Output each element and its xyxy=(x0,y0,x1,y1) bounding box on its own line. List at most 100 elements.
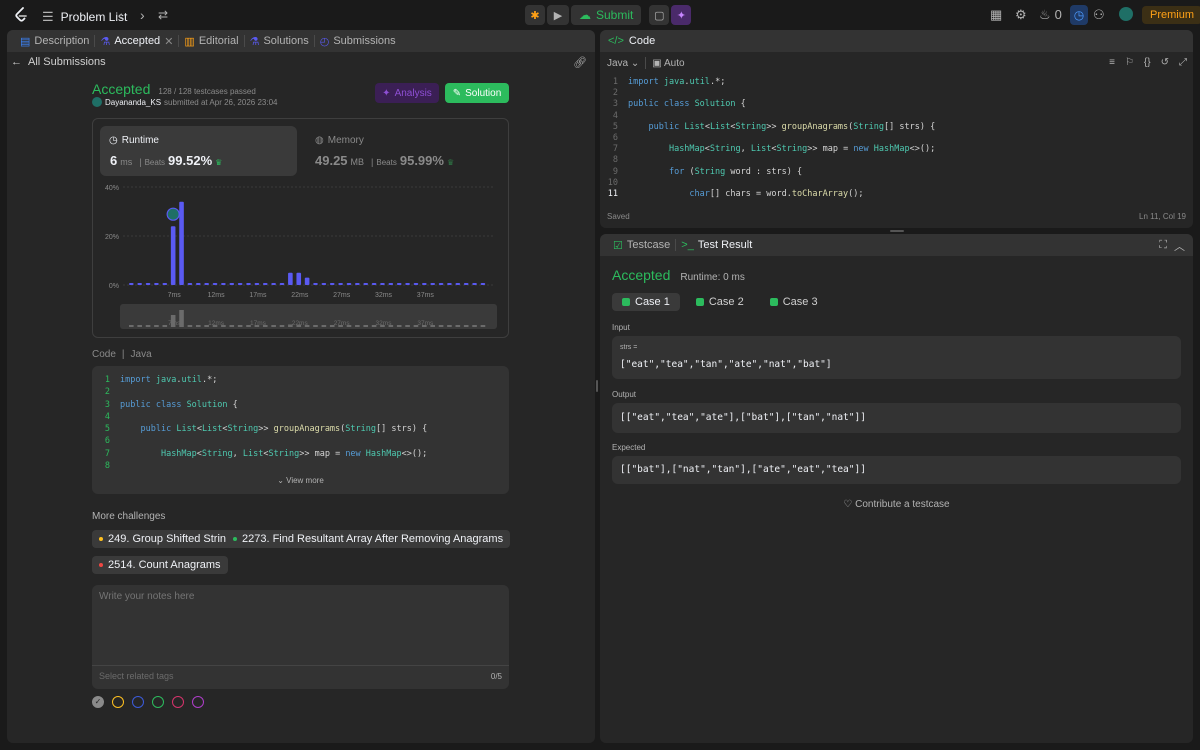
tags-select[interactable]: Select related tags xyxy=(99,671,174,681)
username[interactable]: Dayananda_KS xyxy=(105,98,161,107)
settings-icon[interactable]: ⚙ xyxy=(1015,7,1027,23)
bookmark-icon[interactable]: ⚐ xyxy=(1125,57,1134,68)
result-runtime: Runtime: 0 ms xyxy=(680,272,745,283)
expected-box: [["bat"],["nat","tan"],["ate","eat","tea… xyxy=(612,456,1181,484)
avatar[interactable] xyxy=(1119,7,1133,21)
color-option-green[interactable] xyxy=(152,696,164,708)
code-line: 6 xyxy=(92,435,509,447)
status-row: Accepted 128 / 128 testcases passed xyxy=(92,81,256,97)
add-friend-icon[interactable]: ⚇ xyxy=(1093,7,1105,23)
shuffle-icon[interactable]: ⇄ xyxy=(158,8,168,22)
color-option-purple[interactable] xyxy=(192,696,204,708)
check-icon xyxy=(695,298,704,306)
tab-editorial[interactable]: ▥ Editorial xyxy=(179,35,243,48)
output-label: Output xyxy=(612,390,637,399)
view-more-button[interactable]: ⌄ View more xyxy=(92,476,509,485)
code-text: public List<List<String>> groupAnagrams(… xyxy=(648,121,936,132)
streak-count: 0 xyxy=(1054,7,1062,22)
challenge-chip[interactable]: 249. Group Shifted Strings xyxy=(92,530,245,548)
prev-problem-icon[interactable]: ‹ xyxy=(118,7,123,23)
scrubber-bar xyxy=(154,325,159,327)
distribution-bar xyxy=(179,201,184,285)
user-avatar[interactable] xyxy=(92,97,102,107)
problem-list-button[interactable]: ☰ Problem List xyxy=(42,9,127,25)
tab-submissions[interactable]: ◴ Submissions xyxy=(315,35,401,48)
auto-mode[interactable]: ▣ Auto xyxy=(652,58,684,69)
test-result-panel: ☑ Testcase >_ Test Result ⛶ ︿ Accepted R… xyxy=(600,234,1193,743)
premium-button[interactable]: Premium xyxy=(1142,6,1200,24)
layout-icon[interactable]: ▦ xyxy=(990,7,1002,23)
tab-test-result[interactable]: >_ Test Result xyxy=(676,239,757,251)
color-option-yellow[interactable] xyxy=(112,696,124,708)
line-number: 3 xyxy=(612,99,618,110)
notes-box: Select related tags 0/5 xyxy=(92,585,509,689)
expected-value: [["bat"],["nat","tan"],["ate","eat","tea… xyxy=(620,464,866,475)
runtime-box[interactable]: ◷ Runtime 6 ms | Beats 99.52% ♛ xyxy=(100,126,297,176)
color-option-blue[interactable] xyxy=(132,696,144,708)
maximize-icon[interactable]: ⛶ xyxy=(1159,239,1167,252)
next-problem-icon[interactable]: › xyxy=(140,7,145,23)
result-tabs: ☑ Testcase >_ Test Result ⛶ ︿ xyxy=(600,234,1193,256)
share-link-icon[interactable]: 🔗︎ xyxy=(573,56,587,69)
distribution-bar xyxy=(422,283,427,285)
submit-button[interactable]: ☁ Submit xyxy=(571,5,642,25)
streak-button[interactable]: ♨ 0 xyxy=(1039,7,1062,23)
color-option-pink[interactable] xyxy=(172,696,184,708)
vertical-splitter[interactable] xyxy=(596,380,598,392)
case-tab[interactable]: Case 3 xyxy=(760,293,828,311)
leetcode-logo[interactable] xyxy=(14,7,28,23)
reset-icon[interactable]: ↺ xyxy=(1161,57,1169,68)
runtime-distribution-chart[interactable]: 40% 20% 0% 7ms 12ms 17ms 22ms 27ms 32ms 37ms 7ms 12… xyxy=(93,179,508,334)
code-text: HashMap<String, List<String>> map = new … xyxy=(160,448,428,459)
testcases-passed: 128 / 128 testcases passed xyxy=(158,87,256,96)
timer-icon[interactable]: ◷ xyxy=(1070,5,1088,25)
format-icon[interactable]: ≡ xyxy=(1109,57,1115,68)
line-number: 11 xyxy=(607,188,618,199)
flask-icon: ⚗ xyxy=(100,35,111,48)
memory-box[interactable]: ◍ Memory 49.25 MB | Beats 95.99% ♛ xyxy=(307,126,504,176)
color-option-gray[interactable]: ✓ xyxy=(92,696,104,708)
submitter-row: Dayananda_KS submitted at Apr 26, 2026 2… xyxy=(92,97,277,107)
back-to-submissions[interactable]: ← All Submissions xyxy=(11,56,106,68)
debug-button[interactable]: ✱ xyxy=(525,5,545,25)
expand-icon[interactable]: ⤢ xyxy=(1179,57,1187,68)
line-number: 7 xyxy=(104,448,110,459)
tab-accepted[interactable]: ⚗ Accepted ✕ xyxy=(95,35,178,48)
analysis-button[interactable]: ✦ Analysis xyxy=(375,83,439,103)
distribution-bar xyxy=(396,283,402,285)
distribution-bar xyxy=(338,283,343,285)
heart-icon: ♡ xyxy=(843,499,853,510)
braces-icon[interactable]: {} xyxy=(1144,57,1151,68)
code-text: public class Solution { xyxy=(120,399,238,410)
scrubber-bar xyxy=(145,325,151,327)
tab-description[interactable]: ▤ Description xyxy=(15,35,94,48)
distribution-bar xyxy=(388,283,394,285)
tab-testcase[interactable]: ☑ Testcase xyxy=(608,239,675,252)
solution-button[interactable]: ✎ Solution xyxy=(445,83,509,103)
top-bar: ☰ Problem List ‹ › ⇄ ✱ ▶ ☁ Submit ▢ ✦ ▦ … xyxy=(0,0,1200,30)
scrubber-bar xyxy=(463,325,469,327)
line-number: 8 xyxy=(104,461,110,472)
notes-button[interactable]: ▢ xyxy=(649,5,670,25)
notes-textarea[interactable] xyxy=(92,585,509,665)
contribute-testcase-button[interactable]: ♡ Contribute a testcase xyxy=(600,499,1193,510)
editor-body[interactable]: 1 import java.util.*; 2 3 public class Solut… xyxy=(600,73,1193,201)
clock-icon: ◷ xyxy=(109,135,118,146)
code-text: char[] chars = word.toCharArray(); xyxy=(689,188,864,199)
close-tab-icon[interactable]: ✕ xyxy=(164,35,173,48)
collapse-icon[interactable]: ︿ xyxy=(1174,238,1185,254)
distribution-bar xyxy=(212,283,218,285)
line-number: 4 xyxy=(104,411,110,422)
challenge-chip[interactable]: 2273. Find Resultant Array After Removin… xyxy=(226,530,511,548)
language-select[interactable]: Java ⌄ xyxy=(607,58,639,69)
horizontal-splitter[interactable] xyxy=(890,230,904,232)
case-tab[interactable]: Case 1 xyxy=(612,293,680,311)
ai-assist-button[interactable]: ✦ xyxy=(671,5,692,25)
challenge-chip[interactable]: 2514. Count Anagrams xyxy=(92,556,228,574)
distribution-bar xyxy=(329,283,335,285)
tab-solutions[interactable]: ⚗ Solutions xyxy=(245,35,314,48)
run-button[interactable]: ▶ xyxy=(547,5,569,25)
case-tab[interactable]: Case 2 xyxy=(686,293,754,311)
sparkle-icon: ✦ xyxy=(382,87,391,99)
scrubber-tick-label: 7ms xyxy=(168,320,181,327)
